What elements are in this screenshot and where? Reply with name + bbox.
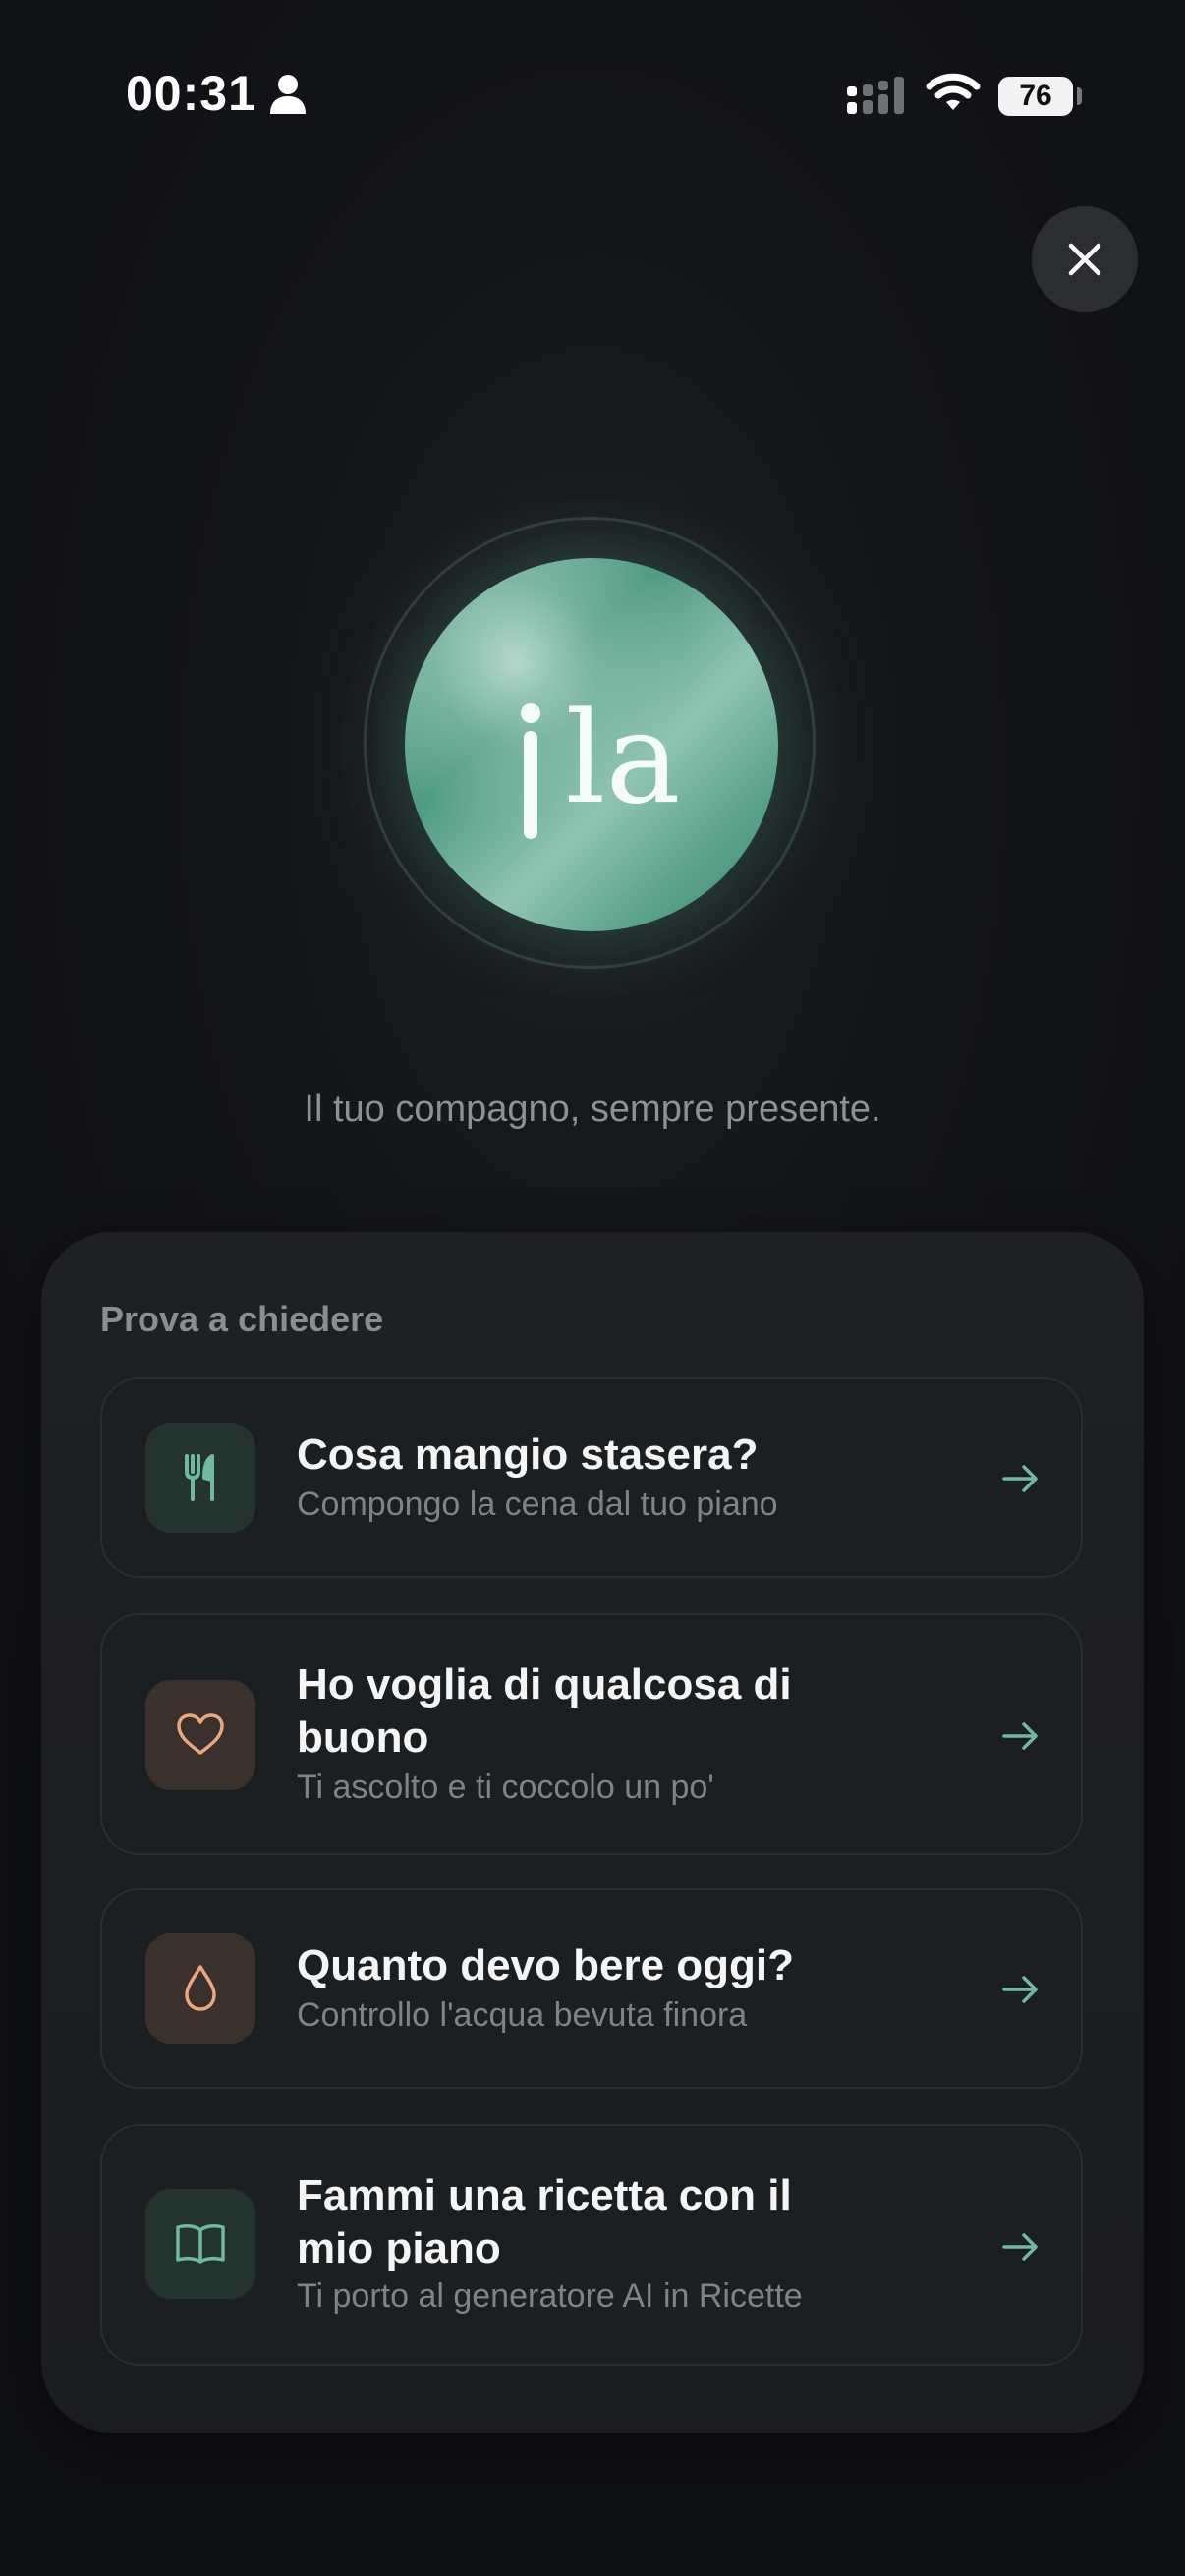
item-icon-container [145, 1680, 255, 1790]
logo-letters: la [565, 686, 680, 832]
tagline: Il tuo compagno, sempre presente. [304, 1089, 881, 1130]
item-subtitle: Ti porto al generatore AI in Ricette [297, 2277, 803, 2315]
status-bar: 00:31 76 [0, 0, 1185, 196]
item-title: Cosa mangio stasera? [297, 1430, 759, 1479]
arrow-right-icon [1002, 2233, 1038, 2261]
fork-knife-icon [185, 1454, 214, 1501]
water-drop-icon [185, 1965, 216, 2011]
ila-logo: ila la [521, 686, 681, 839]
suggestion-dinner[interactable]: Cosa mangio stasera? Compongo la cena da… [100, 1377, 1083, 1578]
arrow-right-icon [1002, 1976, 1038, 2003]
person-icon [270, 75, 306, 114]
battery-tip [1077, 87, 1082, 105]
open-book-icon [176, 2224, 225, 2264]
cellular-signal-icon [847, 77, 904, 114]
item-title: Quanto devo bere oggi? [297, 1941, 795, 1989]
item-subtitle: Ti ascolto e ti coccolo un po' [297, 1768, 714, 1806]
arrow-right-icon [1002, 1465, 1038, 1492]
item-title: Fammi una ricetta con il mio piano [297, 2171, 792, 2272]
item-subtitle: Compongo la cena dal tuo piano [297, 1485, 778, 1523]
wifi-icon [926, 73, 981, 110]
status-time: 00:31 [126, 66, 256, 121]
item-subtitle: Controllo l'acqua bevuta finora [297, 1996, 748, 2034]
suggestion-comfort[interactable]: Ho voglia di qualcosa di buono Ti ascolt… [100, 1613, 1083, 1855]
battery-indicator: 76 [998, 77, 1073, 116]
suggestion-water[interactable]: Quanto devo bere oggi? Controllo l'acqua… [100, 1888, 1083, 2089]
arrow-right-icon [1002, 1722, 1038, 1750]
item-title: Ho voglia di qualcosa di buono [297, 1660, 792, 1762]
suggestions-card: Prova a chiedere Cosa mangio stasera? Co… [41, 1232, 1144, 2433]
suggestion-recipe[interactable]: Fammi una ricetta con il mio piano Ti po… [100, 2124, 1083, 2366]
heart-icon [177, 1713, 224, 1755]
suggestions-title: Prova a chiedere [100, 1299, 384, 1339]
item-icon-container [145, 1423, 255, 1533]
item-icon-container [145, 1933, 255, 2044]
item-icon-container [145, 2189, 255, 2299]
close-button[interactable] [1032, 206, 1138, 312]
close-icon [1068, 243, 1101, 276]
